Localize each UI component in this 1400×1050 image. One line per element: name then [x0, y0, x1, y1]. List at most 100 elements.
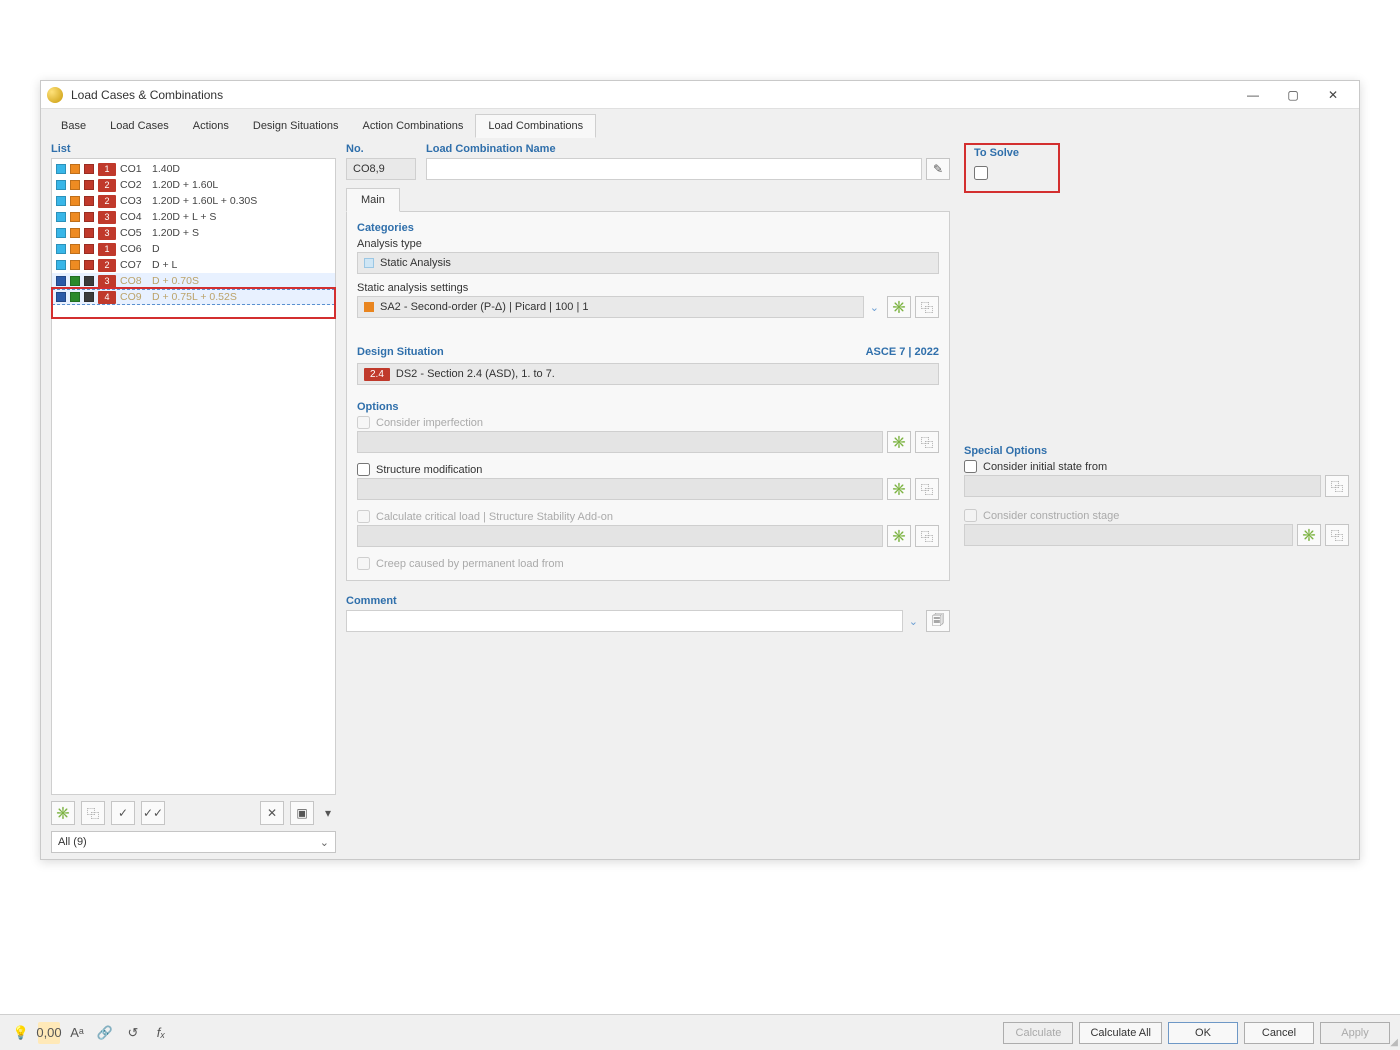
row-text: 1.20D + L + S — [152, 211, 216, 223]
static-swatch-icon — [364, 258, 374, 268]
row-badge: 2 — [98, 179, 116, 192]
tab-action-combinations[interactable]: Action Combinations — [350, 115, 475, 137]
imperfection-open-icon[interactable]: ⿻ — [915, 431, 939, 453]
color-swatch-icon — [56, 276, 66, 286]
cancel-button[interactable]: Cancel — [1244, 1022, 1314, 1044]
lightbulb-icon[interactable]: 💡 — [10, 1022, 32, 1044]
ok-button[interactable]: OK — [1168, 1022, 1238, 1044]
tab-main[interactable]: Main — [346, 188, 400, 212]
color-swatch-icon — [70, 196, 80, 206]
duplicate-icon[interactable]: ⿻ — [81, 801, 105, 825]
checkbox-consider-imperfection[interactable]: Consider imperfection — [357, 416, 939, 429]
row-code: CO1 — [120, 163, 148, 175]
resize-grip-icon[interactable]: ◢ — [1390, 1037, 1398, 1048]
list-item[interactable]: 2CO31.20D + 1.60L + 0.30S — [52, 193, 335, 209]
construction-stage-new-icon[interactable]: ✳️ — [1297, 524, 1321, 546]
new-settings-icon[interactable]: ✳️ — [887, 296, 911, 318]
list-item[interactable]: 2CO7D + L — [52, 257, 335, 273]
list-item[interactable]: 4CO9D + 0.75L + 0.52S — [52, 289, 335, 305]
delete-icon[interactable]: ✕ — [260, 801, 284, 825]
tosolve-checkbox[interactable] — [974, 166, 988, 180]
color-swatch-icon — [70, 164, 80, 174]
checkbox-creep[interactable]: Creep caused by permanent load from — [357, 557, 939, 570]
color-swatch-icon — [84, 164, 94, 174]
static-settings-field[interactable]: SA2 - Second-order (P-Δ) | Picard | 100 … — [357, 296, 864, 318]
tab-load-combinations[interactable]: Load Combinations — [475, 114, 596, 138]
filter-dropdown[interactable]: All (9) — [51, 831, 336, 853]
color-swatch-icon — [56, 244, 66, 254]
link-icon[interactable]: 🔗 — [94, 1022, 116, 1044]
combination-list[interactable]: 1CO11.40D2CO21.20D + 1.60L2CO31.20D + 1.… — [51, 158, 336, 795]
dialog-window: Load Cases & Combinations — ▢ ✕ Base Loa… — [40, 80, 1360, 860]
initial-state-field — [964, 475, 1321, 497]
critical-load-open-icon[interactable]: ⿻ — [915, 525, 939, 547]
imperfection-new-icon[interactable]: ✳️ — [887, 431, 911, 453]
maximize-button[interactable]: ▢ — [1273, 81, 1313, 108]
new-icon[interactable]: ✳️ — [51, 801, 75, 825]
row-badge: 3 — [98, 227, 116, 240]
app-icon — [47, 87, 63, 103]
structure-mod-open-icon[interactable]: ⿻ — [915, 478, 939, 500]
construction-stage-open-icon[interactable]: ⿻ — [1325, 524, 1349, 546]
row-badge: 4 — [98, 291, 116, 304]
function-icon[interactable]: fₓ — [150, 1022, 172, 1044]
list-item[interactable]: 3CO8D + 0.70S — [52, 273, 335, 289]
no-field[interactable]: CO8,9 — [346, 158, 416, 180]
row-text: 1.20D + S — [152, 227, 199, 239]
units-icon[interactable]: 0,00 — [38, 1022, 60, 1044]
list-item[interactable]: 3CO41.20D + L + S — [52, 209, 335, 225]
check-icon-1[interactable]: ✓ — [111, 801, 135, 825]
color-swatch-icon — [70, 180, 80, 190]
list-item[interactable]: 2CO21.20D + 1.60L — [52, 177, 335, 193]
options-label: Options — [357, 401, 939, 413]
name-field[interactable] — [426, 158, 922, 180]
design-situation-field[interactable]: 2.4 DS2 - Section 2.4 (ASD), 1. to 7. — [357, 363, 939, 385]
edit-name-icon[interactable]: ✎ — [926, 158, 950, 180]
initial-state-open-icon[interactable]: ⿻ — [1325, 475, 1349, 497]
apply-button[interactable]: Apply — [1320, 1022, 1390, 1044]
color-swatch-icon — [84, 244, 94, 254]
calculate-all-button[interactable]: Calculate All — [1079, 1022, 1162, 1044]
chevron-down-icon[interactable]: ▾ — [320, 801, 336, 825]
title-bar: Load Cases & Combinations — ▢ ✕ — [41, 81, 1359, 109]
list-item[interactable]: 3CO51.20D + S — [52, 225, 335, 241]
critical-load-new-icon[interactable]: ✳️ — [887, 525, 911, 547]
analysis-type-field[interactable]: Static Analysis — [357, 252, 939, 274]
tosolve-label: To Solve — [974, 147, 1050, 159]
close-button[interactable]: ✕ — [1313, 81, 1353, 108]
tab-actions[interactable]: Actions — [181, 115, 241, 137]
checkbox-structure-modification[interactable]: Structure modification — [357, 463, 939, 476]
font-color-icon[interactable]: Aᵃ — [66, 1022, 88, 1044]
row-text: D + 0.70S — [152, 275, 199, 287]
reset-icon[interactable]: ↺ — [122, 1022, 144, 1044]
comment-library-icon[interactable]: 🗐 — [926, 610, 950, 632]
chevron-down-icon[interactable]: ⌄ — [909, 615, 918, 628]
row-badge: 1 — [98, 163, 116, 176]
row-code: CO9 — [120, 291, 148, 303]
row-text: D — [152, 243, 160, 255]
tab-base[interactable]: Base — [49, 115, 98, 137]
color-swatch-icon — [70, 212, 80, 222]
checkbox-initial-state[interactable]: Consider initial state from — [964, 460, 1349, 473]
list-item[interactable]: 1CO11.40D — [52, 161, 335, 177]
comment-field[interactable] — [346, 610, 903, 632]
main-tab-strip: Base Load Cases Actions Design Situation… — [41, 109, 1359, 137]
layout-icon[interactable]: ▣ — [290, 801, 314, 825]
open-settings-icon[interactable]: ⿻ — [915, 296, 939, 318]
chevron-down-icon[interactable]: ⌄ — [870, 301, 879, 314]
checkbox-construction-stage[interactable]: Consider construction stage — [964, 509, 1349, 522]
tab-load-cases[interactable]: Load Cases — [98, 115, 181, 137]
design-situation-badge: 2.4 — [364, 368, 390, 381]
check-icon-2[interactable]: ✓✓ — [141, 801, 165, 825]
row-text: 1.20D + 1.60L — [152, 179, 218, 191]
list-item[interactable]: 1CO6D — [52, 241, 335, 257]
checkbox-critical-load[interactable]: Calculate critical load | Structure Stab… — [357, 510, 939, 523]
color-swatch-icon — [56, 180, 66, 190]
structure-mod-new-icon[interactable]: ✳️ — [887, 478, 911, 500]
minimize-button[interactable]: — — [1233, 81, 1273, 108]
color-swatch-icon — [84, 180, 94, 190]
calculate-button[interactable]: Calculate — [1003, 1022, 1073, 1044]
color-swatch-icon — [84, 212, 94, 222]
comment-label: Comment — [346, 595, 950, 607]
tab-design-situations[interactable]: Design Situations — [241, 115, 351, 137]
